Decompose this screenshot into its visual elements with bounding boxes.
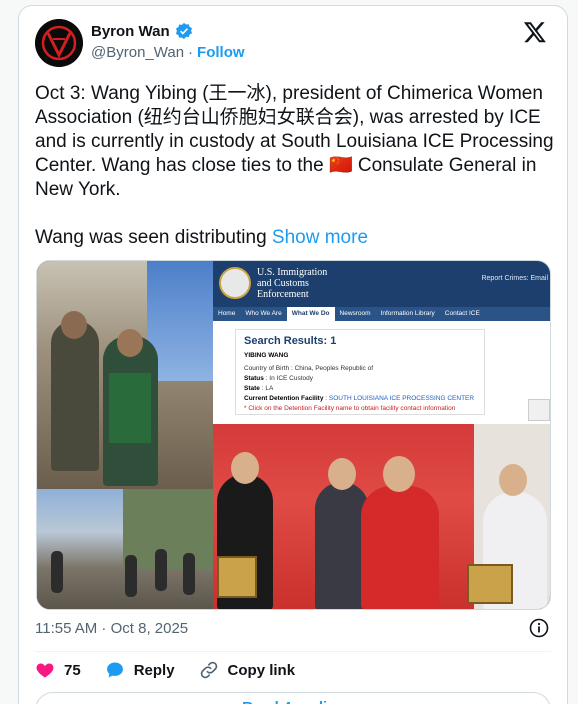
tweet-media-collage[interactable]: U.S. Immigration and Customs Enforcement… [36, 260, 551, 610]
author-display-name[interactable]: Byron Wan [91, 23, 170, 40]
read-replies-button[interactable]: Read 4 replies [35, 692, 551, 704]
handle-separator: · [188, 44, 194, 61]
reply-label: Reply [133, 661, 175, 679]
like-count: 75 [64, 661, 81, 679]
agent-figure [51, 321, 99, 471]
award-plaque-right [467, 564, 513, 604]
green-apron [109, 373, 151, 443]
heart-icon [36, 663, 54, 678]
follow-button[interactable]: Follow [197, 44, 245, 61]
ice-report-crimes: Report Crimes: Email [481, 275, 548, 282]
copy-link-label: Copy link [227, 661, 296, 679]
avatar-logo-icon [35, 19, 83, 67]
info-icon[interactable] [529, 618, 549, 638]
ice-results-title: Search Results: 1 [244, 335, 337, 347]
ice-detainee-locator-screenshot[interactable]: U.S. Immigration and Customs Enforcement… [213, 261, 550, 424]
tweet-actions: 75 Reply Copy link [35, 660, 319, 680]
ice-nav-item: Home [218, 310, 236, 317]
footer-divider [35, 651, 551, 652]
ice-nav-item: Newsroom [339, 310, 371, 317]
ice-nav-item: Contact ICE [444, 310, 480, 317]
link-icon [200, 661, 217, 679]
ice-search-result: Search Results: 1 YIBING WANG Country of… [235, 329, 485, 415]
tweet-timestamp[interactable]: 11:55 AM · Oct 8, 2025 [35, 620, 188, 637]
avatar[interactable] [35, 19, 83, 67]
ice-nav: Home Who We Are What We Do Newsroom Info… [213, 307, 550, 321]
author-name-row: Byron Wan [91, 22, 193, 40]
reply-bubble-icon [106, 662, 123, 678]
tweet-text-2: Wang was seen distributing [35, 227, 267, 248]
award-plaque-left [217, 556, 257, 598]
x-logo-icon[interactable] [523, 20, 547, 44]
copy-link-button[interactable]: Copy link [199, 660, 296, 680]
woman-red-figure [361, 486, 439, 609]
photo-event-stage[interactable] [213, 424, 550, 609]
dhs-seal-icon [219, 267, 251, 299]
ice-agency-title: U.S. Immigration and Customs Enforcement [257, 267, 328, 300]
reply-button[interactable]: Reply [105, 660, 175, 680]
tweet-card: Byron Wan @Byron_Wan · Follow Oct 3: Wan… [18, 5, 568, 704]
recaptcha-icon [528, 399, 550, 421]
ice-note: * Click on the Detention Facility name t… [244, 405, 456, 412]
photo-storefront-arrest[interactable] [37, 261, 213, 489]
tweet-text: Oct 3: Wang Yibing (王一冰), president of C… [35, 83, 554, 200]
ice-header: U.S. Immigration and Customs Enforcement… [213, 261, 550, 307]
photo-street-scene[interactable] [37, 489, 213, 609]
ice-nav-item: Information Library [380, 310, 435, 317]
detainee-name: YIBING WANG [244, 352, 289, 359]
like-button[interactable]: 75 [35, 660, 81, 680]
verified-badge-icon [175, 22, 192, 40]
show-more-link[interactable]: Show more [272, 227, 368, 248]
author-handle[interactable]: @Byron_Wan [91, 44, 184, 61]
tweet-text-continued: Wang was seen distributing Show more [35, 226, 368, 250]
author-handle-row: @Byron_Wan · Follow [91, 44, 245, 61]
ice-nav-item-active: What We Do [286, 307, 335, 321]
ice-nav-item: Who We Are [245, 310, 282, 317]
